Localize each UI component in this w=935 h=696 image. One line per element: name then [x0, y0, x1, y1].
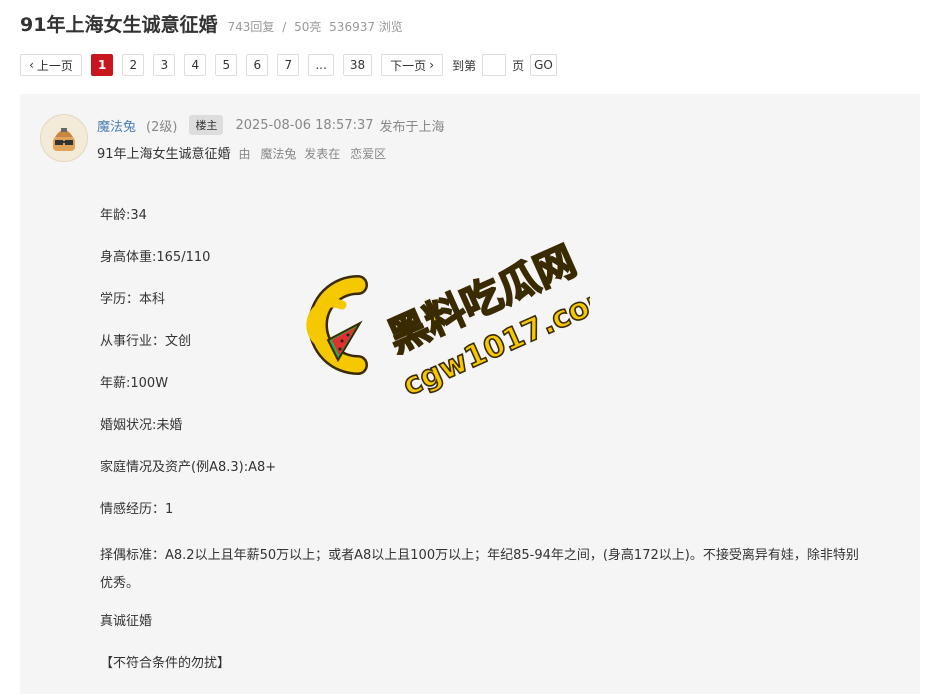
user-level: (2级): [146, 119, 178, 135]
page-button-38[interactable]: 38: [342, 54, 373, 76]
chevron-left-icon: ‹: [29, 58, 34, 72]
like-count: 50亮: [294, 20, 322, 34]
post-thread-title: 91年上海女生诚意征婚: [97, 147, 231, 162]
prev-page-button[interactable]: ‹ 上一页: [20, 54, 82, 76]
avatar-image: [42, 116, 86, 160]
chevron-right-icon: ›: [429, 58, 434, 72]
content-line-industry: 从事行业：文创: [100, 334, 192, 349]
post-subline: 91年上海女生诚意征婚 由 魔法兔 发表在 恋爱区: [97, 143, 386, 162]
post-timestamp: 2025-08-06 18:57:37: [235, 117, 374, 133]
reply-count: 743回复: [227, 20, 275, 34]
page-button-3[interactable]: 3: [153, 54, 176, 76]
page-suffix-label: 页: [512, 58, 525, 73]
page-ellipsis-button[interactable]: ...: [308, 54, 334, 76]
next-page-button[interactable]: 下一页 ›: [381, 54, 444, 76]
avatar[interactable]: [40, 114, 88, 162]
content-line-disclaimer: 【不符合条件的勿扰】: [100, 656, 231, 671]
by-label: 由: [238, 147, 251, 161]
pagination: ‹ 上一页 1 2 3 4 5 6 7 ... 38 下一页 › 到第 页 GO: [20, 54, 557, 76]
author-link[interactable]: 魔法兔: [260, 147, 296, 161]
page-button-7[interactable]: 7: [277, 54, 300, 76]
goto-label: 到第: [452, 58, 477, 73]
username-link[interactable]: 魔法兔: [97, 116, 136, 135]
page-jump-input[interactable]: [482, 54, 507, 76]
page-button-1[interactable]: 1: [91, 54, 114, 76]
content-line-sincere: 真诚征婚: [100, 614, 153, 629]
page-button-6[interactable]: 6: [246, 54, 269, 76]
go-button[interactable]: GO: [530, 54, 557, 76]
post-location: 发布于上海: [379, 119, 445, 135]
thread-title: 91年上海女生诚意征婚: [20, 14, 218, 36]
stats-separator: /: [282, 20, 287, 34]
thread-stats: 743回复 / 50亮 536937 浏览: [227, 18, 402, 35]
content-line-relationships: 情感经历：1: [100, 502, 174, 517]
content-line-age: 年龄:34: [100, 208, 147, 223]
post-source: 由 魔法兔 发表在 恋爱区: [239, 145, 387, 162]
page-button-4[interactable]: 4: [184, 54, 207, 76]
page-button-5[interactable]: 5: [215, 54, 238, 76]
content-line-salary: 年薪:100W: [100, 376, 169, 391]
view-count: 536937 浏览: [329, 20, 403, 34]
content-line-criteria: 择偶标准：A8.2以上且年薪50万以上；或者A8以上且100万以上；年纪85-9…: [100, 548, 859, 591]
posted-in-label: 发表在: [304, 147, 341, 161]
content-line-height-weight: 身高体重:165/110: [100, 250, 211, 265]
content-line-marital: 婚姻状况:未婚: [100, 418, 183, 433]
op-badge: 楼主: [189, 115, 224, 135]
post-content: 年龄:34 身高体重:165/110 学历：本科 从事行业：文创 年薪:100W…: [100, 206, 860, 696]
page-button-2[interactable]: 2: [122, 54, 145, 76]
post-user-info: 魔法兔 (2级) 楼主 2025-08-06 18:57:37 发布于上海: [97, 115, 445, 135]
forum-link[interactable]: 恋爱区: [350, 147, 386, 161]
content-line-family: 家庭情况及资产(例A8.3):A8+: [100, 460, 277, 475]
content-line-education: 学历：本科: [100, 292, 166, 307]
thread-header: 91年上海女生诚意征婚 743回复 / 50亮 536937 浏览: [20, 10, 403, 40]
post-card: 魔法兔 (2级) 楼主 2025-08-06 18:57:37 发布于上海 91…: [20, 94, 920, 694]
